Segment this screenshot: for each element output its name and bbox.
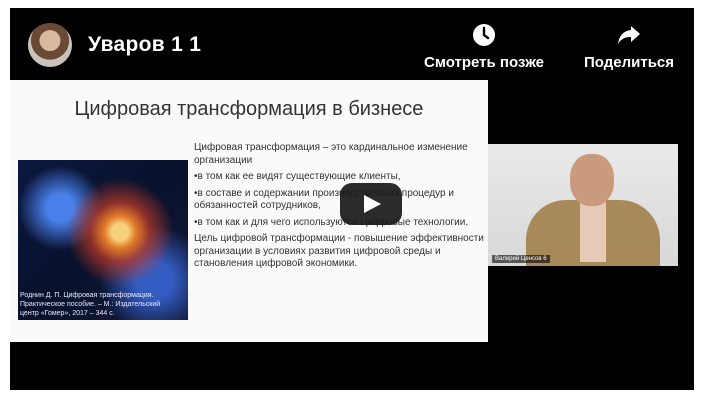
slide-bullet: •в составе и содержании производственных… [194,187,454,212]
watch-later-label: Смотреть позже [424,54,544,71]
slide-illustration: Роднин Д. П. Цифровая трансформация. Пра… [18,160,188,320]
slide-title: Цифровая трансформация в бизнесе [74,98,424,120]
slide-bullet: •в том как и для чего используются Цифро… [194,216,469,228]
presentation-slide: Цифровая трансформация в бизнесе Роднин … [10,80,488,342]
watch-later-button[interactable]: Смотреть позже [424,22,544,71]
video-title[interactable]: Уваров 1 1 [88,33,201,57]
speaker-head [570,154,614,206]
video-player[interactable]: Уваров 1 1 Смотреть позже Поделиться Циф… [10,8,694,390]
clock-icon [472,24,495,46]
play-button[interactable] [340,183,402,225]
slide-paragraph: Цифровая трансформация – это кардинально… [194,142,468,166]
speaker-name-tag: Валерий Ценсов 6 [492,255,550,263]
channel-avatar[interactable] [28,23,72,67]
slide-bullet: •в том как ее видят существующие клиенты… [194,171,401,182]
share-label: Поделиться [584,54,675,71]
slide-paragraph: Цель цифровой трансформации - повышение … [194,233,484,269]
speaker-webcam: Валерий Ценсов 6 [488,144,678,266]
share-arrow-icon [618,26,641,44]
image-caption: Роднин Д. П. Цифровая трансформация. Пра… [20,292,161,317]
share-button[interactable]: Поделиться [584,22,674,71]
speaker-shirt [580,202,606,262]
slide-body: Цифровая трансформация – это кардинально… [194,142,484,275]
